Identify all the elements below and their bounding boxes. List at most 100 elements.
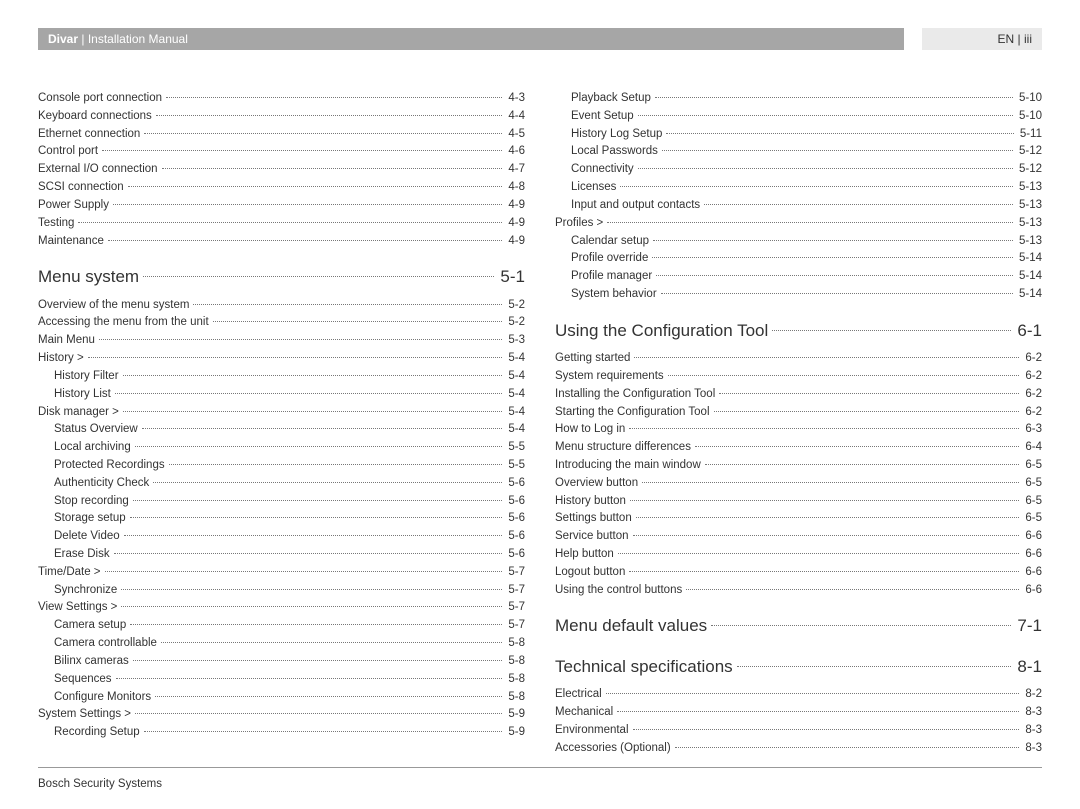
toc-label: Delete Video (38, 528, 122, 546)
toc-entry: How to Log in6-3 (555, 421, 1042, 439)
toc-column-left: Console port connection4-3Keyboard conne… (38, 90, 525, 757)
toc-leader-dots (652, 257, 1013, 258)
toc-leader-dots (620, 186, 1013, 187)
toc-leader-dots (675, 747, 1020, 748)
toc-label: Local Passwords (555, 143, 660, 161)
toc-entry: Disk manager >5-4 (38, 404, 525, 422)
toc-page: 5-10 (1015, 90, 1042, 108)
toc-leader-dots (633, 729, 1020, 730)
toc-entry: Keyboard connections4-4 (38, 108, 525, 126)
toc-leader-dots (144, 731, 503, 732)
toc-page: 6-1 (1013, 318, 1042, 344)
toc-entry: Console port connection4-3 (38, 90, 525, 108)
toc-label: Camera setup (38, 617, 128, 635)
toc-leader-dots (772, 330, 1011, 331)
header-page-lang: EN | iii (922, 28, 1042, 50)
toc-entry: Camera setup 5-7 (38, 617, 525, 635)
toc-entry: Maintenance 4-9 (38, 233, 525, 251)
toc-label: Console port connection (38, 90, 164, 108)
toc-label: Authenticity Check (38, 475, 151, 493)
toc-label: SCSI connection (38, 179, 126, 197)
toc-page: 6-2 (1021, 350, 1042, 368)
toc-leader-dots (193, 304, 502, 305)
toc-leader-dots (668, 375, 1020, 376)
toc-leader-dots (133, 660, 503, 661)
toc-leader-dots (135, 713, 502, 714)
toc-entry: Camera controllable5-8 (38, 635, 525, 653)
toc-page: 8-2 (1021, 686, 1042, 704)
toc-leader-dots (88, 357, 503, 358)
toc-leader-dots (156, 115, 503, 116)
toc-page: 6-2 (1021, 386, 1042, 404)
header-title-bar: Divar | Installation Manual (38, 28, 904, 50)
toc-leader-dots (607, 222, 1013, 223)
toc-entry: Erase Disk5-6 (38, 546, 525, 564)
toc-page: 5-2 (504, 314, 525, 332)
toc-entry: Playback Setup 5-10 (555, 90, 1042, 108)
toc-page: 5-4 (504, 421, 525, 439)
toc-leader-dots (666, 133, 1013, 134)
toc-entry: Stop recording5-6 (38, 493, 525, 511)
toc-entry: History >5-4 (38, 350, 525, 368)
toc-entry: Bilinx cameras5-8 (38, 653, 525, 671)
toc-page: 5-7 (504, 617, 525, 635)
toc-entry: Accessories (Optional)8-3 (555, 740, 1042, 758)
toc-label: Profile manager (555, 268, 654, 286)
toc-entry: Overview button6-5 (555, 475, 1042, 493)
toc-entry: System requirements6-2 (555, 368, 1042, 386)
toc-leader-dots (661, 293, 1013, 294)
toc-label: Control port (38, 143, 100, 161)
toc-leader-dots (606, 693, 1020, 694)
toc-page: 5-8 (504, 689, 525, 707)
toc-leader-dots (169, 464, 503, 465)
toc-leader-dots (629, 428, 1019, 429)
toc-label: Playback Setup (555, 90, 653, 108)
toc-entry: Protected Recordings5-5 (38, 457, 525, 475)
toc-page: 5-6 (504, 528, 525, 546)
toc-chapter: Menu system5-1 (38, 264, 525, 290)
toc-leader-dots (166, 97, 502, 98)
toc-leader-dots (704, 204, 1013, 205)
toc-leader-dots (636, 517, 1020, 518)
toc-page: 6-6 (1021, 582, 1042, 600)
toc-label: Installing the Configuration Tool (555, 386, 717, 404)
toc-leader-dots (115, 393, 503, 394)
toc-label: View Settings > (38, 599, 119, 617)
toc-leader-dots (102, 150, 502, 151)
toc-page: 5-2 (504, 297, 525, 315)
toc-label: Local archiving (38, 439, 133, 457)
document-page: Divar | Installation Manual EN | iii Con… (0, 0, 1080, 809)
toc-page: 8-3 (1021, 740, 1042, 758)
toc-entry: Authenticity Check5-6 (38, 475, 525, 493)
toc-page: 5-6 (504, 493, 525, 511)
toc-label: Disk manager > (38, 404, 121, 422)
toc-label: Ethernet connection (38, 126, 142, 144)
toc-leader-dots (143, 276, 494, 277)
toc-entry: Calendar setup5-13 (555, 233, 1042, 251)
toc-label: Keyboard connections (38, 108, 154, 126)
toc-leader-dots (116, 678, 503, 679)
toc-label: Maintenance (38, 233, 106, 251)
toc-label: Camera controllable (38, 635, 159, 653)
toc-page: 4-9 (504, 233, 525, 251)
toc-entry: Control port4-6 (38, 143, 525, 161)
toc-entry: Input and output contacts5-13 (555, 197, 1042, 215)
toc-entry: History List5-4 (38, 386, 525, 404)
toc-label: Electrical (555, 686, 604, 704)
toc-label: History button (555, 493, 628, 511)
toc-entry: Introducing the main window6-5 (555, 457, 1042, 475)
toc-page: 6-2 (1021, 404, 1042, 422)
toc-entry: Menu structure differences6-4 (555, 439, 1042, 457)
toc-leader-dots (653, 240, 1013, 241)
toc-label: Main Menu (38, 332, 97, 350)
toc-leader-dots (642, 482, 1019, 483)
toc-leader-dots (662, 150, 1013, 151)
toc-leader-dots (638, 115, 1013, 116)
header-gap (904, 28, 922, 50)
toc-page: 7-1 (1013, 613, 1042, 639)
toc-entry: History Log Setup5-11 (555, 126, 1042, 144)
toc-entry: Sequences5-8 (38, 671, 525, 689)
toc-leader-dots (121, 589, 502, 590)
toc-entry: History button6-5 (555, 493, 1042, 511)
toc-page: 5-13 (1015, 215, 1042, 233)
